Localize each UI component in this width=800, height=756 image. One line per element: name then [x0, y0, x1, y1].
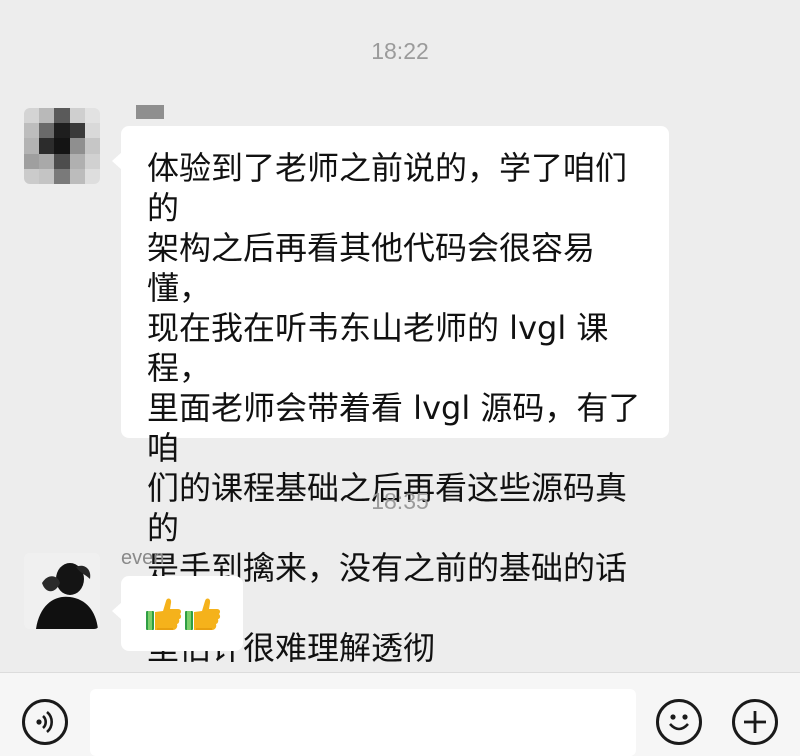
emoji-message: [145, 596, 223, 636]
smiley-glyph: [669, 714, 689, 731]
timestamp: 18:22: [371, 38, 429, 64]
plus-glyph: [744, 711, 766, 733]
input-bar: [0, 672, 800, 756]
message-bubble[interactable]: 体验到了老师之前说的，学了咱们的 架构之后再看其他代码会很容易懂， 现在我在听韦…: [112, 126, 669, 667]
sender-name: [136, 105, 164, 119]
voice-icon[interactable]: [22, 699, 68, 745]
avatar[interactable]: [24, 553, 100, 629]
chat-area: 18:22 体验到了老师之前说的，学了咱们的 架构之后再看其他代码会很容易懂， …: [0, 0, 800, 672]
emoji-icon[interactable]: [656, 699, 702, 745]
message-input[interactable]: [90, 689, 636, 756]
avatar-mosaic: [24, 108, 100, 184]
sender-name: even: [121, 547, 165, 569]
avatar[interactable]: [24, 108, 100, 184]
avatar-photo: [24, 553, 100, 629]
thumbs-up-icon: [146, 598, 221, 630]
plus-icon[interactable]: [732, 699, 778, 745]
timestamp: 18:35: [371, 488, 429, 514]
voice-glyph: [36, 711, 53, 733]
message-bubble[interactable]: 👍👍: [112, 576, 243, 651]
